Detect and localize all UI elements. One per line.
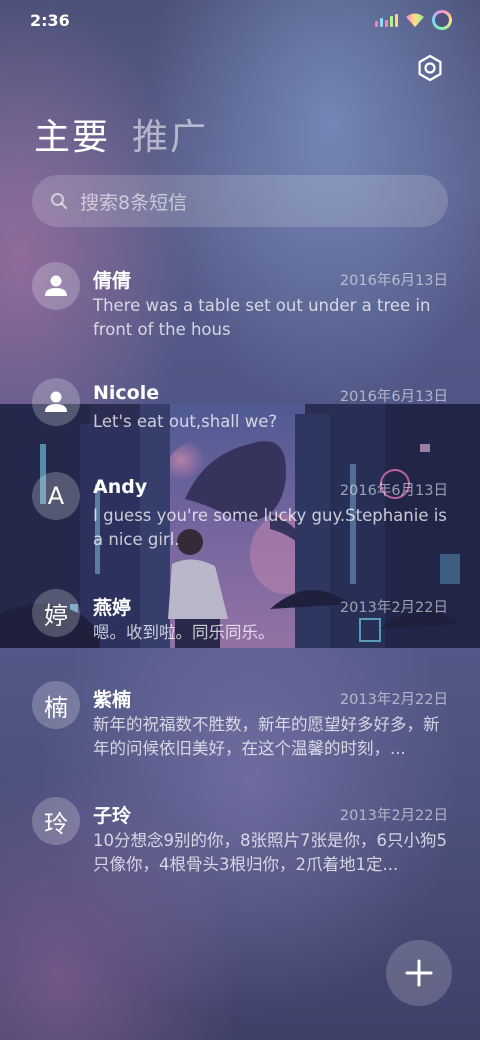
avatar — [32, 378, 80, 426]
avatar — [32, 262, 80, 310]
tab-promotions[interactable]: 推广 — [132, 108, 208, 160]
message-date: 2013年2月22日 — [339, 600, 448, 616]
signal-icon — [375, 13, 398, 27]
message-preview: 新年的祝福数不胜数，新年的愿望好多好多，新年的问候依旧美好，在这个温馨的时刻，.… — [93, 715, 440, 758]
avatar: 楠 — [32, 681, 80, 729]
conversation-item[interactable]: 婷 燕婷 2013年2月22日 嗯。收到啦。同乐同乐。 — [0, 589, 480, 649]
message-date: 2016年6月13日 — [339, 483, 448, 499]
message-preview: 嗯。收到啦。同乐同乐。 — [93, 623, 275, 642]
status-time: 2:36 — [30, 11, 70, 30]
compose-button[interactable] — [386, 940, 452, 1006]
message-date: 2013年2月22日 — [339, 808, 448, 824]
plus-icon — [405, 959, 433, 987]
sender-name: 倩倩 — [93, 270, 132, 292]
search-placeholder: 搜索8条短信 — [80, 191, 188, 214]
person-icon — [45, 391, 67, 412]
conversation-item[interactable]: Nicole 2016年6月13日 Let's eat out,shall we… — [0, 378, 480, 438]
conversation-item[interactable]: 玲 子玲 2013年2月22日 10分想念9别的你，8张照片7张是你，6只小狗5… — [0, 797, 480, 883]
sender-name: Nicole — [93, 382, 160, 404]
sender-name: 紫楠 — [93, 689, 132, 711]
category-tabs: 主要 推广 — [34, 108, 208, 160]
battery-icon — [432, 10, 452, 30]
avatar: 婷 — [32, 589, 80, 637]
person-icon — [45, 275, 67, 296]
search-icon — [51, 193, 67, 209]
status-bar: 2:36 — [0, 0, 480, 40]
avatar: A — [32, 472, 80, 520]
status-icons — [375, 10, 452, 30]
message-preview: 10分想念9别的你，8张照片7张是你，6只小狗5只像你，4根骨头3根归你，2爪着… — [93, 831, 447, 874]
conversation-item[interactable]: A Andy 2016年6月13日 I guess you're some lu… — [0, 472, 480, 558]
search-bar[interactable]: 搜索8条短信 — [32, 175, 448, 227]
message-preview: Let's eat out,shall we? — [93, 412, 278, 431]
message-date: 2016年6月13日 — [339, 273, 448, 289]
message-date: 2016年6月13日 — [339, 389, 448, 405]
sender-name: 燕婷 — [93, 597, 132, 619]
message-preview: There was a table set out under a tree i… — [93, 296, 431, 339]
conversation-item[interactable]: 楠 紫楠 2013年2月22日 新年的祝福数不胜数，新年的愿望好多好多，新年的问… — [0, 681, 480, 767]
tab-primary[interactable]: 主要 — [34, 108, 110, 160]
avatar: 玲 — [32, 797, 80, 845]
settings-gear-icon[interactable] — [416, 54, 444, 82]
sender-name: 子玲 — [93, 805, 132, 827]
message-preview: I guess you're some lucky guy.Stephanie … — [93, 506, 447, 549]
sender-name: Andy — [93, 476, 148, 498]
conversation-item[interactable]: 倩倩 2016年6月13日 There was a table set out … — [0, 262, 480, 348]
message-date: 2013年2月22日 — [339, 692, 448, 708]
wifi-icon — [406, 13, 424, 27]
